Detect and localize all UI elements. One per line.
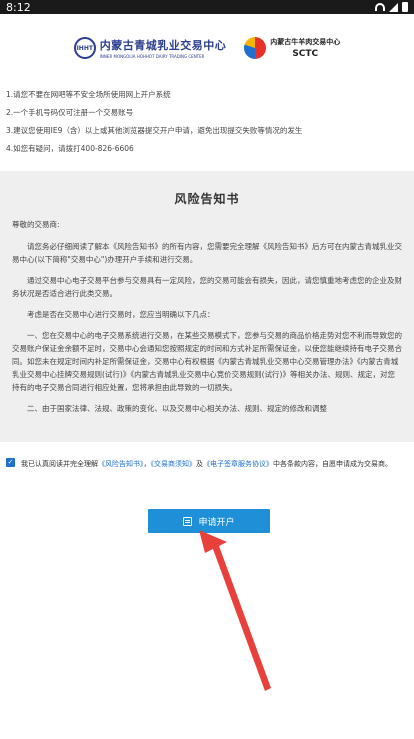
notice-item: 4.如您有疑问，请拨打400-826-6606 xyxy=(6,144,134,153)
agreement-text: 我已认真阅读并完全理解《风险告知书》，《交易商须知》及《电子签章服务协议》中各条… xyxy=(21,456,392,472)
document-icon xyxy=(183,516,193,526)
risk-notice-scroll-area[interactable]: 风险告知书 尊敬的交易商: 请您务必仔细阅读了解本《风险告知书》的所有内容，您需… xyxy=(0,171,414,442)
e-signature-agreement-link[interactable]: 《电子签章服务协议》 xyxy=(203,460,273,468)
dairy-center-logo-text: 内蒙古青城乳业交易中心 INNER MONGOLIA HOHHOT DAIRY … xyxy=(100,37,227,59)
risk-notice-paragraph: 通过交易中心电子交易平台参与交易具有一定风险，您的交易可能会有损失，因此，请您慎… xyxy=(12,276,402,298)
notice-list: 1.请您不要在网吧等不安全场所使用网上开户系统 2.一个手机号码仅可注册一个交易… xyxy=(6,90,406,162)
dairy-center-logo: IHHT 内蒙古青城乳业交易中心 INNER MONGOLIA HOHHOT D… xyxy=(73,37,227,59)
battery-icon xyxy=(402,2,408,12)
risk-notice-paragraph: 请您务必仔细阅读了解本《风险告知书》的所有内容，您需要完全理解《风险告知书》后方… xyxy=(12,242,402,264)
meat-center-logo: 内蒙古牛羊肉交易中心 SCTC xyxy=(244,37,340,59)
risk-notice-link[interactable]: 《风险告知书》 xyxy=(98,460,144,468)
agreement-separator: ， xyxy=(143,460,151,468)
agreement-row: ✓ 我已认真阅读并完全理解《风险告知书》，《交易商须知》及《电子签章服务协议》中… xyxy=(6,456,410,472)
meat-center-abbr: SCTC xyxy=(292,49,319,59)
agreement-prefix: 我已认真阅读并完全理解 xyxy=(21,460,98,468)
risk-notice-greeting: 尊敬的交易商: xyxy=(12,220,60,229)
risk-notice-paragraph: 考虑是否在交易中心进行交易时，您应当明确以下几点： xyxy=(27,310,215,319)
agreement-checkbox[interactable]: ✓ xyxy=(6,458,15,467)
risk-notice-title: 风险告知书 xyxy=(174,192,240,206)
risk-notice-paragraph: 二、由于国家法律、法规、政策的变化、以及交易中心相关办法、规则、规定的修改和调整 xyxy=(27,404,327,413)
status-bar: 8:12 xyxy=(0,0,414,14)
red-arrow-icon xyxy=(199,530,271,691)
trader-notice-link[interactable]: 《交易商须知》 xyxy=(151,460,197,468)
apply-account-button-label: 申请开户 xyxy=(198,517,235,528)
meat-center-logo-icon xyxy=(244,37,267,59)
dairy-center-logo-icon: IHHT xyxy=(73,37,96,59)
dairy-center-name: 内蒙古青城乳业交易中心 xyxy=(99,39,227,52)
status-icons xyxy=(375,2,408,12)
agreement-separator: 及 xyxy=(196,460,203,468)
logo-bar: IHHT 内蒙古青城乳业交易中心 INNER MONGOLIA HOHHOT D… xyxy=(0,30,414,66)
agreement-suffix: 中各条款内容，自愿申请成为交易商。 xyxy=(273,460,392,468)
meat-center-logo-text: 内蒙古牛羊肉交易中心 SCTC xyxy=(270,37,340,59)
status-time: 8:12 xyxy=(6,0,31,14)
meat-center-name: 内蒙古牛羊肉交易中心 xyxy=(270,38,341,46)
notice-item: 1.请您不要在网吧等不安全场所使用网上开户系统 xyxy=(6,90,171,99)
wifi-icon xyxy=(375,3,385,11)
notice-item: 2.一个手机号码仅可注册一个交易账号 xyxy=(6,108,134,117)
signal-icon xyxy=(389,2,398,12)
dairy-center-name-en: INNER MONGOLIA HOHHOT DAIRY TRADING CENT… xyxy=(99,54,205,59)
risk-notice-paragraph: 一、您在交易中心的电子交易系统进行交易，在某些交易模式下，您参与交易的商品价格走… xyxy=(12,331,402,392)
notice-item: 3.建议您使用IE9（含）以上或其他浏览器提交开户申请，避免出现提交失败等情况的… xyxy=(6,126,303,135)
